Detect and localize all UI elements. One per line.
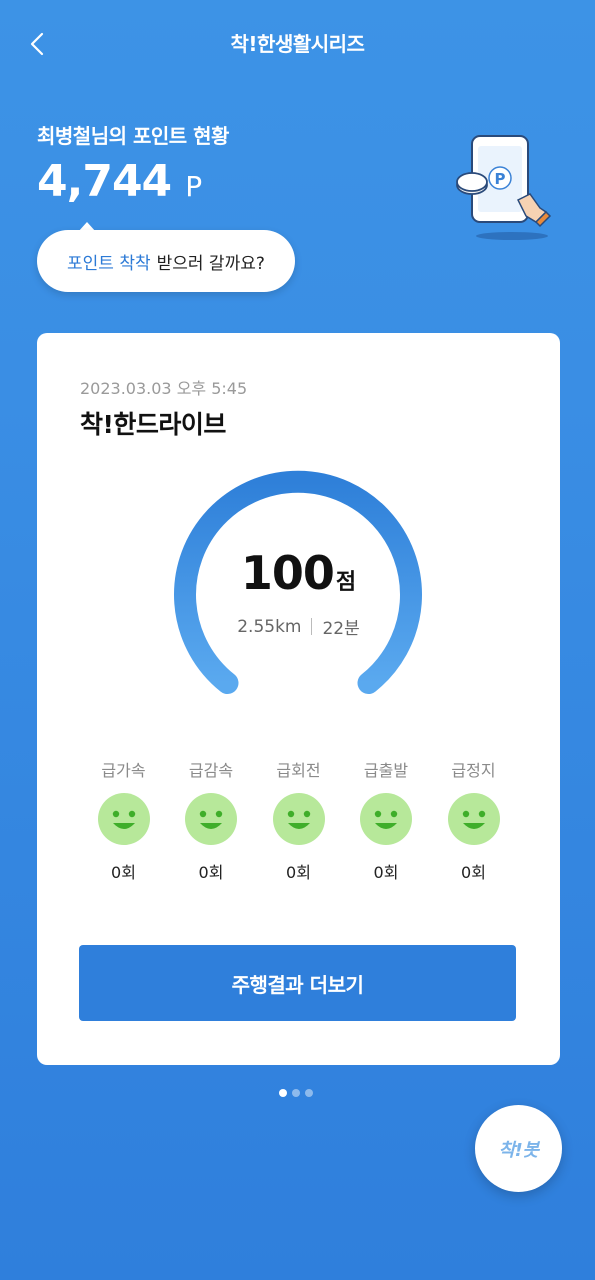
drive-date: 2023.03.03 오후 5:45 <box>80 379 248 398</box>
page-dot[interactable] <box>305 1089 313 1097</box>
chatbot-label: 착!봇 <box>498 1139 539 1161</box>
bubble-highlight: 포인트 착착 <box>67 253 151 274</box>
event-count: 0회 <box>286 863 311 882</box>
page-dot[interactable] <box>292 1089 300 1097</box>
points-unit: P <box>185 170 202 203</box>
driving-result-card: 2023.03.03 오후 5:45 착!한드라이브 100 점 2.55km … <box>37 333 560 1065</box>
smile-icon <box>272 793 325 845</box>
points-number: 4,744 <box>37 156 172 207</box>
event-count: 0회 <box>111 863 136 882</box>
points-value: 4,744 P <box>37 156 202 207</box>
points-label: 최병철님의 포인트 현황 <box>37 124 229 148</box>
event-count: 0회 <box>198 863 224 882</box>
card-title: 착!한드라이브 <box>80 410 226 439</box>
event-count: 0회 <box>373 863 399 882</box>
event-item: 급정지 0회 <box>430 757 517 883</box>
more-results-button[interactable]: 주행결과 더보기 <box>79 945 516 1021</box>
event-label: 급가속 <box>101 761 146 780</box>
event-item: 급가속 0회 <box>80 757 167 883</box>
event-label: 급출발 <box>363 761 409 780</box>
point-letter: P <box>495 170 506 188</box>
event-label: 급정지 <box>451 761 496 780</box>
event-item: 급출발 0회 <box>343 757 430 883</box>
event-item: 급회전 0회 <box>255 757 342 883</box>
smile-icon <box>447 793 500 845</box>
smile-icon <box>97 793 150 845</box>
event-count: 0회 <box>461 863 486 882</box>
score-unit: 점 <box>335 570 357 595</box>
pagination-dots <box>279 1089 313 1097</box>
page-dot[interactable] <box>279 1089 287 1097</box>
event-label: 급감속 <box>188 761 234 780</box>
event-label: 급회전 <box>276 761 321 780</box>
score: 100 점 <box>37 546 560 600</box>
bubble-text: 받으러 갈까요? <box>156 253 265 274</box>
phone-point-icon: P <box>456 135 552 240</box>
smile-icon <box>360 793 412 845</box>
event-list: 급가속 0회 급감속 0회 급회전 0회 급출발 0회 급정지 0회 <box>80 757 517 883</box>
meta-divider <box>311 618 313 635</box>
event-item: 급감속 0회 <box>168 757 255 883</box>
earn-points-bubble[interactable]: 포인트 착착 받으러 갈까요? <box>37 230 295 292</box>
drive-meta: 2.55km 22분 <box>37 614 560 640</box>
score-value: 100 <box>240 546 335 600</box>
distance: 2.55km <box>237 616 302 637</box>
header: 착!한생활시리즈 <box>0 0 595 86</box>
chatbot-button[interactable]: 착!봇 <box>475 1105 562 1192</box>
duration: 22분 <box>322 619 360 639</box>
page-title: 착!한생활시리즈 <box>230 32 365 56</box>
smile-icon <box>185 793 237 845</box>
